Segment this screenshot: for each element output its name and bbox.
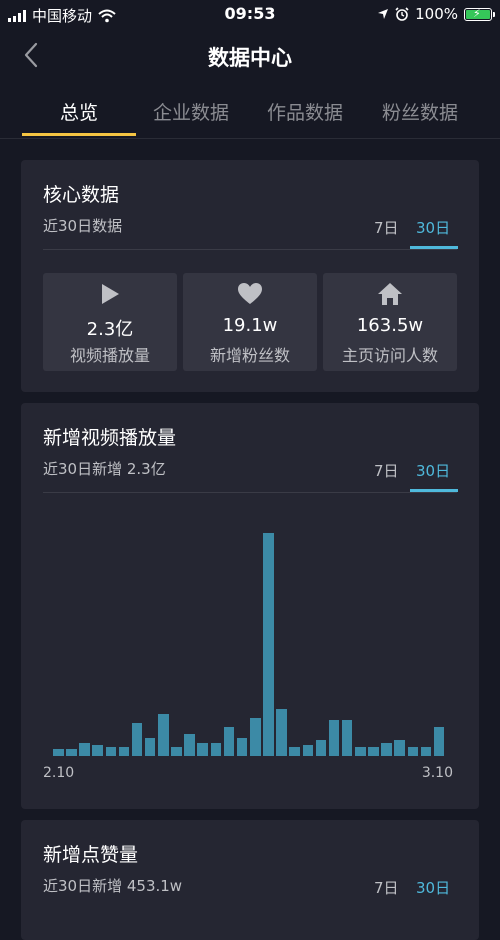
stat-homepage-visitors[interactable]: 163.5w 主页访问人数	[323, 273, 457, 371]
chart-bar[interactable]	[433, 727, 445, 756]
chart-bar[interactable]	[420, 747, 432, 756]
stat-label: 主页访问人数	[341, 346, 438, 365]
chart-bar[interactable]	[171, 747, 182, 756]
stat-label: 新增粉丝数	[209, 346, 290, 365]
core-data-card: 核心数据 近30日数据 7日 30日 2.3亿 视频播放量 19.1w 新增粉丝…	[21, 160, 479, 392]
play-icon	[102, 284, 119, 304]
card-subtitle: 近30日新增 453.1w	[43, 877, 183, 895]
tab-active-indicator	[22, 133, 136, 136]
stat-label: 视频播放量	[69, 346, 150, 365]
tab-enterprise-data[interactable]: 企业数据	[153, 98, 229, 125]
divider	[43, 492, 457, 493]
chart-bar[interactable]	[368, 747, 379, 756]
battery-percent: 100%	[415, 5, 458, 23]
chart-bar[interactable]	[92, 744, 103, 756]
stat-value: 163.5w	[356, 315, 424, 336]
chart-bar[interactable]	[66, 749, 77, 756]
chart-bar[interactable]	[315, 740, 327, 756]
chart-bar[interactable]	[355, 747, 366, 756]
heart-icon	[238, 283, 262, 304]
chart-bar[interactable]	[250, 718, 261, 756]
chart-bar[interactable]	[289, 747, 300, 756]
stat-value: 19.1w	[222, 315, 278, 336]
range-7-days-button[interactable]: 7日	[374, 217, 399, 238]
location-arrow-icon	[378, 9, 389, 19]
chart-bar[interactable]	[302, 744, 314, 756]
range-30-days-button[interactable]: 30日	[416, 217, 450, 238]
chart-bar[interactable]	[381, 742, 392, 756]
likes-card: 新增点赞量 近30日新增 453.1w 7日 30日	[21, 820, 479, 940]
stat-video-plays[interactable]: 2.3亿 视频播放量	[43, 273, 177, 371]
chart-bar[interactable]	[131, 722, 143, 756]
video-plays-card: 新增视频播放量 近30日新增 2.3亿 7日 30日 2.10 3.10	[21, 403, 479, 809]
alarm-icon	[395, 7, 409, 21]
nav-bar: 数据中心	[0, 30, 500, 80]
chart-bar[interactable]	[236, 738, 248, 756]
range-30-days-button[interactable]: 30日	[416, 877, 450, 898]
divider	[43, 249, 457, 250]
tab-bar: 总览 企业数据 作品数据 粉丝数据	[0, 88, 500, 139]
page-title: 数据中心	[208, 46, 292, 70]
bar-chart	[53, 523, 447, 756]
chart-bar[interactable]	[223, 727, 235, 756]
chart-bar[interactable]	[118, 747, 130, 756]
stat-new-fans[interactable]: 19.1w 新增粉丝数	[183, 273, 317, 371]
chart-bar[interactable]	[105, 747, 117, 756]
chart-bar[interactable]	[197, 742, 208, 756]
range-7-days-button[interactable]: 7日	[374, 460, 399, 481]
chart-bar[interactable]	[210, 742, 222, 756]
chart-bar[interactable]	[158, 713, 169, 756]
card-subtitle: 近30日数据	[43, 217, 123, 235]
chart-bar[interactable]	[328, 720, 340, 756]
card-title: 新增点赞量	[43, 844, 139, 866]
chart-bar[interactable]	[79, 742, 90, 756]
battery-icon: ⚡	[464, 7, 495, 21]
status-bar: 中国移动 09:53 100% ⚡	[0, 0, 500, 28]
range-7-days-button[interactable]: 7日	[374, 877, 399, 898]
tab-fans-data[interactable]: 粉丝数据	[382, 98, 458, 125]
card-subtitle: 近30日新增 2.3亿	[43, 460, 166, 478]
tab-works-data[interactable]: 作品数据	[267, 98, 343, 125]
chart-bar[interactable]	[53, 749, 64, 756]
chart-bar[interactable]	[341, 720, 353, 756]
chart-bar[interactable]	[263, 533, 274, 756]
range-30-days-button[interactable]: 30日	[416, 460, 450, 481]
chart-bar[interactable]	[407, 747, 419, 756]
chart-bar[interactable]	[276, 709, 287, 756]
chart-bar[interactable]	[394, 740, 405, 756]
chart-bar[interactable]	[144, 738, 156, 756]
card-title: 新增视频播放量	[43, 427, 177, 449]
tab-overview[interactable]: 总览	[60, 98, 98, 125]
x-axis-start-label: 2.10	[43, 765, 75, 781]
status-right: 100% ⚡	[377, 5, 495, 23]
stat-value: 2.3亿	[86, 319, 134, 340]
chart-bar[interactable]	[184, 733, 195, 756]
home-icon	[378, 283, 402, 305]
card-title: 核心数据	[43, 184, 120, 206]
x-axis-end-label: 3.10	[421, 765, 453, 781]
